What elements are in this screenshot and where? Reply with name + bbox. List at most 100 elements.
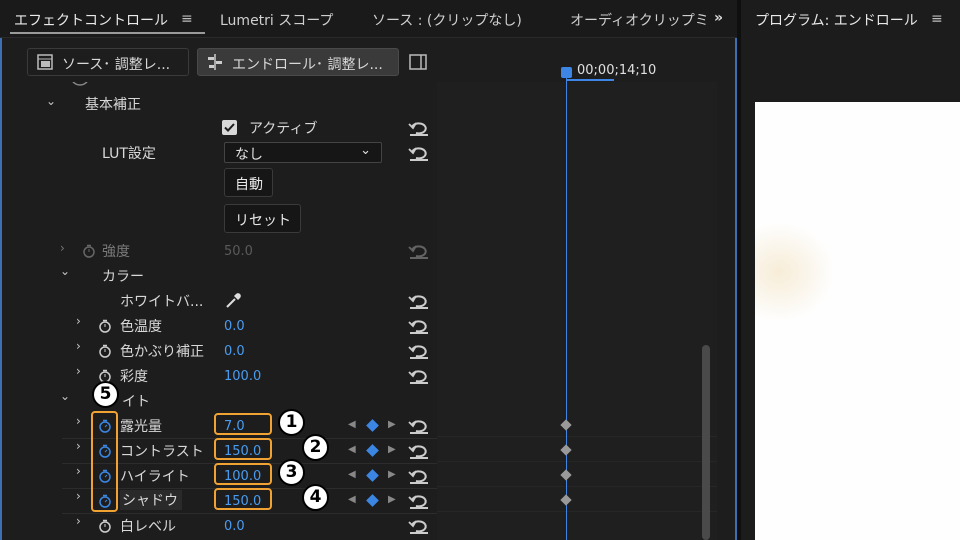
- annotation-badge-5: 5: [92, 381, 119, 408]
- chevron-down-icon[interactable]: ⌄: [60, 389, 70, 403]
- reset-icon[interactable]: [408, 419, 430, 435]
- menu-icon[interactable]: ≡: [181, 11, 193, 27]
- reset-icon[interactable]: [408, 121, 430, 137]
- next-keyframe-icon[interactable]: ▶: [388, 469, 396, 480]
- reset-icon[interactable]: [408, 294, 430, 310]
- stopwatch-highlight: [91, 411, 118, 512]
- prev-keyframe-icon[interactable]: ◀: [348, 469, 356, 480]
- vertical-scrollbar[interactable]: [702, 345, 710, 540]
- reset-icon[interactable]: [408, 146, 430, 162]
- stopwatch-icon[interactable]: [98, 319, 112, 333]
- stopwatch-icon[interactable]: [98, 344, 112, 358]
- chevron-down-icon[interactable]: ⌄: [46, 94, 56, 108]
- sidebar-toggle-icon[interactable]: [409, 54, 427, 70]
- add-keyframe-icon[interactable]: [366, 469, 379, 482]
- chevron-right-icon[interactable]: ›: [76, 514, 81, 528]
- saturation-value[interactable]: 100.0: [224, 369, 261, 384]
- reset-icon[interactable]: [408, 319, 430, 335]
- source-clip-button[interactable]: ソース･ 調整レ...: [27, 48, 189, 76]
- color-temp-value[interactable]: 0.0: [224, 319, 245, 334]
- eyedropper-icon[interactable]: [224, 292, 242, 310]
- saturation-row: › 彩度 100.0: [2, 364, 437, 389]
- tab-effect-controls[interactable]: エフェクトコントロール: [14, 10, 168, 30]
- active-row: アクティブ: [2, 116, 437, 141]
- chevron-right-icon[interactable]: ›: [76, 464, 81, 478]
- reset-icon[interactable]: [408, 244, 430, 260]
- playhead-handle[interactable]: [561, 67, 572, 78]
- tab-lumetri-scopes[interactable]: Lumetri スコープ: [220, 10, 333, 30]
- intensity-label: 強度: [102, 244, 130, 260]
- stopwatch-icon[interactable]: [98, 519, 112, 533]
- source-clip-label: ソース･ 調整レ...: [62, 57, 171, 73]
- active-tab-indicator: [10, 32, 205, 34]
- add-keyframe-icon[interactable]: [366, 419, 379, 432]
- lut-dropdown[interactable]: なし ⌄: [224, 142, 382, 163]
- lut-label: LUT設定: [102, 146, 156, 162]
- chevron-down-icon[interactable]: ⌄: [60, 264, 70, 278]
- auto-button[interactable]: 自動: [224, 168, 273, 197]
- intensity-value[interactable]: 50.0: [224, 244, 253, 259]
- checkbox-icon[interactable]: [222, 120, 237, 135]
- work-area-bar: [566, 79, 614, 81]
- reset-icon[interactable]: [408, 344, 430, 360]
- reset-icon[interactable]: [408, 469, 430, 485]
- shadows-label: シャドウ: [120, 490, 182, 510]
- basic-correction-row[interactable]: ⌄ 基本補正: [2, 92, 437, 117]
- add-keyframe-icon[interactable]: [366, 494, 379, 507]
- sequence-clip-label: エンドロール･ 調整レ...: [232, 57, 383, 73]
- tint-row: › 色かぶり補正 0.0: [2, 339, 437, 364]
- whites-value[interactable]: 0.0: [224, 519, 245, 534]
- color-label: カラー: [102, 269, 144, 285]
- intensity-row: › 強度 50.0: [2, 239, 437, 264]
- exposure-highlight: [214, 413, 272, 435]
- color-temp-label: 色温度: [120, 319, 162, 335]
- stopwatch-icon[interactable]: [82, 244, 96, 258]
- contrast-highlight: [214, 438, 272, 460]
- chevron-right-icon[interactable]: ›: [76, 489, 81, 503]
- prev-keyframe-icon[interactable]: ◀: [348, 494, 356, 505]
- tint-value[interactable]: 0.0: [224, 344, 245, 359]
- light-label: イト: [122, 394, 150, 410]
- light-row[interactable]: ⌄ イト: [2, 389, 437, 414]
- white-balance-row: ホワイトバ...: [2, 289, 437, 314]
- mask-tools-icon[interactable]: [70, 82, 150, 90]
- next-keyframe-icon[interactable]: ▶: [388, 494, 396, 505]
- sequence-icon: [208, 54, 222, 70]
- program-preview[interactable]: [755, 102, 960, 540]
- chevron-right-icon[interactable]: ›: [60, 241, 65, 255]
- tab-audio-clip-mixer[interactable]: オーディオクリップミ: [570, 10, 709, 30]
- reset-icon[interactable]: [408, 494, 430, 510]
- playhead-timecode: 00;00;14;10: [577, 63, 657, 78]
- clip-icon: [37, 54, 53, 70]
- lut-value: なし: [235, 147, 263, 163]
- annotation-badge-3: 3: [278, 459, 305, 486]
- highlights-highlight: [214, 463, 272, 485]
- reset-icon[interactable]: [408, 444, 430, 460]
- expand-tabs-icon[interactable]: »: [714, 10, 723, 26]
- chevron-right-icon[interactable]: ›: [76, 314, 81, 328]
- reset-icon[interactable]: [408, 519, 430, 535]
- tint-label: 色かぶり補正: [120, 344, 204, 360]
- menu-icon[interactable]: ≡: [931, 11, 943, 27]
- contrast-label: コントラスト: [120, 444, 204, 460]
- reset-button[interactable]: リセット: [224, 204, 301, 233]
- chevron-right-icon[interactable]: ›: [76, 439, 81, 453]
- basic-correction-label: 基本補正: [85, 97, 141, 113]
- prev-keyframe-icon[interactable]: ◀: [348, 444, 356, 455]
- tab-source[interactable]: ソース : (クリップなし): [372, 10, 522, 30]
- prev-keyframe-icon[interactable]: ◀: [348, 419, 356, 430]
- keyframe-timeline[interactable]: [437, 82, 717, 540]
- tab-program[interactable]: プログラム: エンドロール: [755, 10, 918, 30]
- chevron-right-icon[interactable]: ›: [76, 339, 81, 353]
- sequence-clip-button[interactable]: エンドロール･ 調整レ...: [197, 48, 399, 76]
- highlights-label: ハイライト: [120, 469, 190, 485]
- color-row[interactable]: ⌄ カラー: [2, 264, 437, 289]
- reset-icon[interactable]: [408, 369, 430, 385]
- next-keyframe-icon[interactable]: ▶: [388, 419, 396, 430]
- next-keyframe-icon[interactable]: ▶: [388, 444, 396, 455]
- whites-label: 白レベル: [120, 519, 176, 535]
- chevron-right-icon[interactable]: ›: [76, 414, 81, 428]
- annotation-badge-4: 4: [302, 484, 329, 511]
- add-keyframe-icon[interactable]: [366, 444, 379, 457]
- chevron-right-icon[interactable]: ›: [76, 364, 81, 378]
